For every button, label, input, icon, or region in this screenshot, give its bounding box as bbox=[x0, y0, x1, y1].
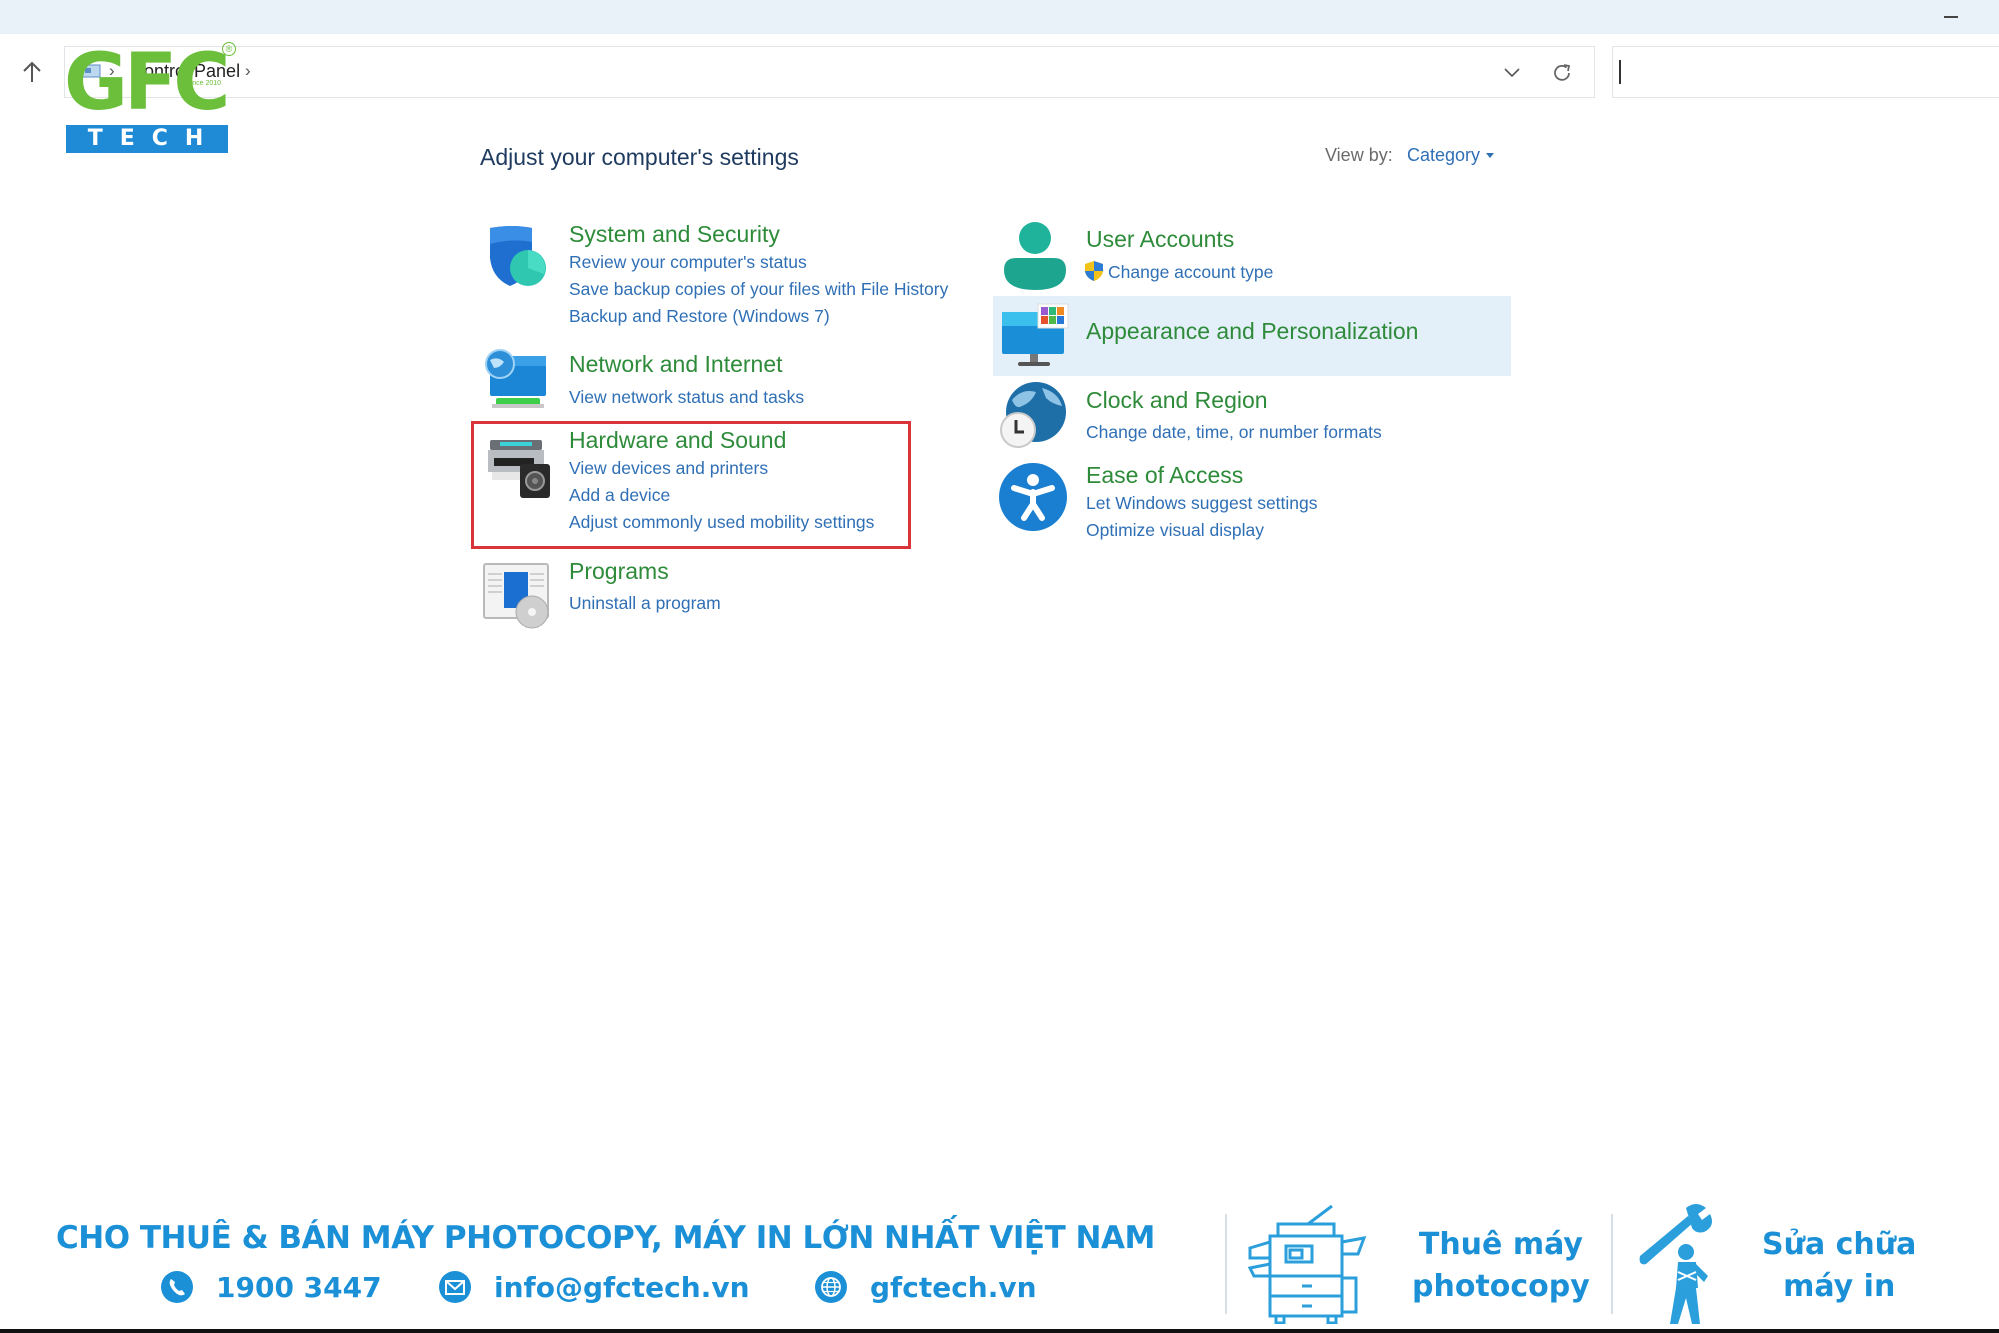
link-windows-suggest[interactable]: Let Windows suggest settings bbox=[1086, 493, 1318, 514]
link-add-device[interactable]: Add a device bbox=[569, 485, 670, 506]
network-globe-icon bbox=[485, 349, 546, 408]
programs-disc-icon bbox=[483, 563, 549, 629]
promo-footer-banner: CHO THUÊ & BÁN MÁY PHOTOCOPY, MÁY IN LỚN… bbox=[0, 1190, 1999, 1333]
footer-website: gfctech.vn bbox=[814, 1270, 1037, 1304]
footer-website-text: gfctech.vn bbox=[870, 1270, 1037, 1304]
footer-email-text: info@gfctech.vn bbox=[494, 1270, 750, 1304]
footer-phone-text: 1900 3447 bbox=[216, 1270, 382, 1304]
category-title-clock-region[interactable]: Clock and Region bbox=[1086, 387, 1268, 414]
logo-since: Since 2010 bbox=[186, 80, 222, 87]
text-caret bbox=[1619, 60, 1621, 84]
arrow-up-icon bbox=[23, 61, 41, 82]
link-backup-restore[interactable]: Backup and Restore (Windows 7) bbox=[569, 306, 830, 327]
technician-wrench-icon bbox=[1639, 1204, 1712, 1324]
footer-service-repair-line1: Sửa chữa bbox=[1762, 1227, 1917, 1262]
footer-service-repair: Sửa chữa máy in bbox=[1762, 1224, 1916, 1308]
link-change-account-type[interactable]: Change account type bbox=[1108, 262, 1273, 283]
search-box[interactable] bbox=[1612, 46, 1999, 98]
window-titlebar bbox=[0, 0, 1999, 34]
chevron-down-icon bbox=[1504, 68, 1520, 78]
view-by-dropdown[interactable]: Category bbox=[1407, 145, 1495, 166]
link-network-status[interactable]: View network status and tasks bbox=[569, 387, 804, 408]
link-mobility-settings[interactable]: Adjust commonly used mobility settings bbox=[569, 512, 874, 533]
footer-service-repair-line2: máy in bbox=[1783, 1269, 1896, 1304]
category-title-user-accounts[interactable]: User Accounts bbox=[1086, 226, 1234, 253]
address-history-dropdown[interactable] bbox=[1500, 61, 1524, 85]
footer-bottom-border bbox=[0, 1329, 1999, 1333]
view-by-value: Category bbox=[1407, 145, 1481, 165]
category-title-hardware-sound[interactable]: Hardware and Sound bbox=[569, 427, 786, 454]
footer-phone: 1900 3447 bbox=[160, 1270, 382, 1304]
globe-icon bbox=[815, 1271, 847, 1303]
link-review-status[interactable]: Review your computer's status bbox=[569, 252, 807, 273]
address-bar[interactable]: › Control Panel › bbox=[64, 46, 1595, 98]
shield-icon bbox=[490, 226, 546, 286]
link-uninstall-program[interactable]: Uninstall a program bbox=[569, 593, 721, 614]
printer-speaker-icon bbox=[488, 440, 550, 498]
gfc-tech-logo: GFC Since 2010 ® TECH bbox=[64, 42, 236, 156]
up-button[interactable] bbox=[18, 56, 46, 88]
category-title-network-internet[interactable]: Network and Internet bbox=[569, 351, 783, 378]
footer-divider bbox=[1611, 1214, 1613, 1314]
globe-clock-icon bbox=[1000, 382, 1066, 448]
logo-sub: TECH bbox=[66, 125, 228, 153]
page-title: Adjust your computer's settings bbox=[480, 144, 799, 170]
category-title-programs[interactable]: Programs bbox=[569, 558, 669, 585]
footer-email: info@gfctech.vn bbox=[438, 1270, 750, 1304]
accessibility-icon bbox=[999, 463, 1067, 531]
footer-service-rental-line1: Thuê máy bbox=[1418, 1227, 1583, 1262]
link-devices-printers[interactable]: View devices and printers bbox=[569, 458, 768, 479]
category-title-appearance[interactable]: Appearance and Personalization bbox=[1086, 318, 1418, 345]
category-title-system-security[interactable]: System and Security bbox=[569, 221, 780, 248]
registered-mark: ® bbox=[222, 42, 236, 56]
email-icon bbox=[439, 1271, 471, 1303]
footer-service-rental-line2: photocopy bbox=[1412, 1269, 1590, 1304]
photocopier-icon bbox=[1248, 1204, 1367, 1324]
link-optimize-display[interactable]: Optimize visual display bbox=[1086, 520, 1264, 541]
category-title-ease-access[interactable]: Ease of Access bbox=[1086, 462, 1243, 489]
footer-headline: CHO THUÊ & BÁN MÁY PHOTOCOPY, MÁY IN LỚN… bbox=[56, 1220, 1155, 1256]
footer-service-rental: Thuê máy photocopy bbox=[1412, 1224, 1590, 1308]
user-icon bbox=[1004, 222, 1066, 290]
minimize-icon bbox=[1944, 16, 1958, 18]
link-date-time-formats[interactable]: Change date, time, or number formats bbox=[1086, 422, 1382, 443]
refresh-icon bbox=[1554, 64, 1571, 81]
dropdown-arrow-icon bbox=[1486, 153, 1495, 158]
refresh-button[interactable] bbox=[1548, 59, 1576, 87]
monitor-palette-icon bbox=[1002, 303, 1069, 366]
footer-divider bbox=[1225, 1214, 1227, 1314]
uac-shield-icon bbox=[1085, 261, 1103, 281]
breadcrumb-chevron[interactable]: › bbox=[245, 61, 251, 81]
minimize-button[interactable] bbox=[1931, 4, 1971, 30]
view-by-label: View by: bbox=[1325, 145, 1393, 165]
phone-icon bbox=[161, 1271, 193, 1303]
link-file-history[interactable]: Save backup copies of your files with Fi… bbox=[569, 279, 948, 300]
